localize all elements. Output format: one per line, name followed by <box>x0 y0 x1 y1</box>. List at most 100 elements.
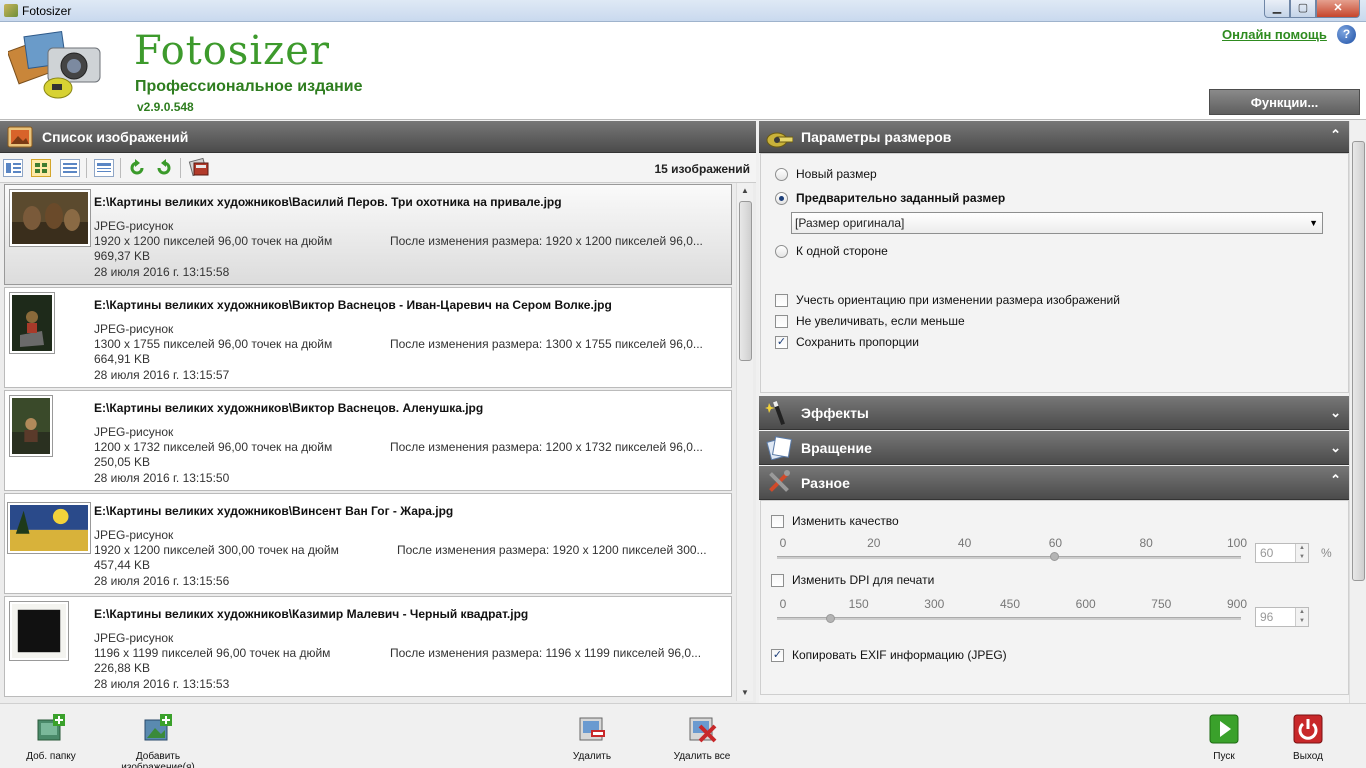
preset-size-value: [Размер оригинала] <box>795 216 905 230</box>
add-images-button[interactable]: Добавить изображение(я) <box>100 714 216 768</box>
minimize-button[interactable]: ▁ <box>1264 0 1290 18</box>
spin-up-icon[interactable]: ▲ <box>1295 608 1308 617</box>
consider-orientation-checkbox[interactable] <box>775 293 788 307</box>
settings-panel: Параметры размеров ⌃ Новый размер Предва… <box>759 121 1366 703</box>
one-side-radio[interactable] <box>775 244 788 258</box>
dpi-slider-track[interactable] <box>777 617 1241 620</box>
preset-size-option[interactable]: Предварительно заданный размер <box>775 191 1005 205</box>
scrollbar-thumb[interactable] <box>1352 141 1365 581</box>
add-folder-icon <box>37 714 65 741</box>
image-file-size: 250,05 KB <box>94 455 151 469</box>
spin-down-icon[interactable]: ▼ <box>1295 617 1308 626</box>
quality-tick: 20 <box>867 536 881 550</box>
quality-spinbox[interactable]: 60 ▲ ▼ <box>1255 543 1309 563</box>
scroll-up-arrow-icon[interactable]: ▲ <box>737 183 753 199</box>
view-columns-icon[interactable] <box>94 159 114 177</box>
image-file-size: 664,91 KB <box>94 352 151 366</box>
add-folder-button[interactable]: Доб. папку <box>22 714 80 762</box>
change-quality-option[interactable]: Изменить качество <box>771 514 899 528</box>
spin-down-icon[interactable]: ▼ <box>1295 553 1308 562</box>
image-dimensions: 1300 x 1755 пикселей 96,00 точек на дюйм <box>94 337 333 351</box>
new-size-option[interactable]: Новый размер <box>775 167 877 181</box>
dpi-spinbox[interactable]: 96 ▲ ▼ <box>1255 607 1309 627</box>
image-list-item[interactable]: E:\Картины великих художников\Казимир Ма… <box>4 596 732 697</box>
close-button[interactable]: ✕ <box>1316 0 1360 18</box>
remove-image-icon <box>579 717 605 741</box>
collapse-chevron-icon[interactable]: ⌃ <box>1330 127 1341 143</box>
quality-tick: 0 <box>779 536 787 550</box>
new-size-radio[interactable] <box>775 167 788 181</box>
preset-size-label: Предварительно заданный размер <box>796 191 1006 205</box>
change-quality-checkbox[interactable] <box>771 514 784 528</box>
remove-all-button[interactable]: Удалить все <box>670 714 734 762</box>
dpi-tick: 0 <box>779 597 787 611</box>
resized-dimensions: После изменения размера: 1196 x 1199 пик… <box>390 646 702 660</box>
image-list-title: Список изображений <box>42 129 189 145</box>
rotate-left-icon[interactable] <box>127 158 147 178</box>
image-file-size: 969,37 KB <box>94 249 151 263</box>
image-list-item[interactable]: E:\Картины великих художников\Виктор Вас… <box>4 287 732 388</box>
effects-header[interactable]: Эффекты ⌄ <box>759 396 1349 430</box>
scroll-down-arrow-icon[interactable]: ▼ <box>737 685 753 701</box>
image-path: E:\Картины великих художников\Виктор Вас… <box>94 401 484 415</box>
help-icon[interactable]: ? <box>1337 25 1356 44</box>
resized-dimensions: После изменения размера: 1920 x 1200 пик… <box>390 234 703 248</box>
quality-slider-knob[interactable] <box>1050 552 1060 561</box>
functions-button[interactable]: Функции... <box>1209 89 1360 115</box>
quality-value: 60 <box>1260 546 1274 560</box>
preset-size-select[interactable]: [Размер оригинала] ▼ <box>791 212 1323 234</box>
dropdown-arrow-icon[interactable]: ▼ <box>1309 213 1318 233</box>
image-list-item[interactable]: E:\Картины великих художников\Виктор Вас… <box>4 390 732 491</box>
rotation-header[interactable]: Вращение ⌄ <box>759 431 1349 465</box>
image-dimensions: 1200 x 1732 пикселей 96,00 точек на дюйм <box>94 440 333 454</box>
size-params-header[interactable]: Параметры размеров ⌃ <box>759 121 1349 153</box>
copy-exif-option[interactable]: ✓ Копировать EXIF информацию (JPEG) <box>771 648 1007 662</box>
image-list-toolbar: 15 изображений <box>0 153 756 183</box>
no-enlarge-option[interactable]: Не увеличивать, если меньше <box>775 314 965 328</box>
copy-exif-label: Копировать EXIF информацию (JPEG) <box>792 648 1007 662</box>
misc-header[interactable]: Разное ⌃ <box>759 466 1349 500</box>
quality-slider-track[interactable] <box>777 556 1241 559</box>
image-type: JPEG-рисунок <box>94 425 174 439</box>
remove-button[interactable]: Удалить <box>568 714 616 762</box>
tape-measure-icon <box>766 132 793 148</box>
dpi-tick: 750 <box>1151 597 1172 611</box>
start-label: Пуск <box>1213 751 1235 762</box>
image-list-scrollbar[interactable]: ▲ ▼ <box>736 183 753 701</box>
camera-logo-icon <box>8 30 101 99</box>
image-path: E:\Картины великих художников\Виктор Вас… <box>94 298 612 312</box>
image-file-size: 226,88 KB <box>94 661 151 675</box>
expand-chevron-icon[interactable]: ⌄ <box>1330 440 1341 456</box>
no-enlarge-checkbox[interactable] <box>775 314 788 328</box>
start-button[interactable]: Пуск <box>1204 714 1244 762</box>
expand-chevron-icon[interactable]: ⌄ <box>1330 405 1341 421</box>
copy-exif-checkbox[interactable]: ✓ <box>771 648 784 662</box>
change-dpi-checkbox[interactable] <box>771 573 784 587</box>
image-list-header: Список изображений <box>0 121 756 153</box>
spin-up-icon[interactable]: ▲ <box>1295 544 1308 553</box>
view-thumbnails-icon[interactable] <box>31 159 51 177</box>
dpi-slider-knob[interactable] <box>826 614 836 623</box>
rotation-title: Вращение <box>801 440 872 456</box>
preset-size-radio[interactable] <box>775 191 788 205</box>
toolbar-separator <box>180 158 181 178</box>
settings-scrollbar[interactable] <box>1349 121 1366 703</box>
exit-button[interactable]: Выход <box>1288 714 1328 762</box>
collapse-chevron-icon[interactable]: ⌃ <box>1330 472 1341 488</box>
image-list-item[interactable]: E:\Картины великих художников\Винсент Ва… <box>4 493 732 594</box>
clear-list-icon[interactable] <box>188 157 210 179</box>
change-dpi-option[interactable]: Изменить DPI для печати <box>771 573 934 587</box>
keep-proportions-option[interactable]: ✓ Сохранить пропорции <box>775 335 919 349</box>
scrollbar-thumb[interactable] <box>739 201 752 361</box>
keep-proportions-checkbox[interactable]: ✓ <box>775 335 788 349</box>
dpi-tick: 600 <box>1075 597 1096 611</box>
online-help-link[interactable]: Онлайн помощь <box>1222 27 1327 42</box>
image-list-item[interactable]: E:\Картины великих художников\Василий Пе… <box>4 184 732 285</box>
dpi-value: 96 <box>1260 610 1274 624</box>
view-details-icon[interactable] <box>3 159 23 177</box>
view-list-icon[interactable] <box>60 159 80 177</box>
one-side-option[interactable]: К одной стороне <box>775 244 888 258</box>
consider-orientation-option[interactable]: Учесть ориентацию при изменении размера … <box>775 293 1120 307</box>
rotate-right-icon[interactable] <box>154 158 174 178</box>
maximize-button[interactable]: ▢ <box>1290 0 1316 18</box>
